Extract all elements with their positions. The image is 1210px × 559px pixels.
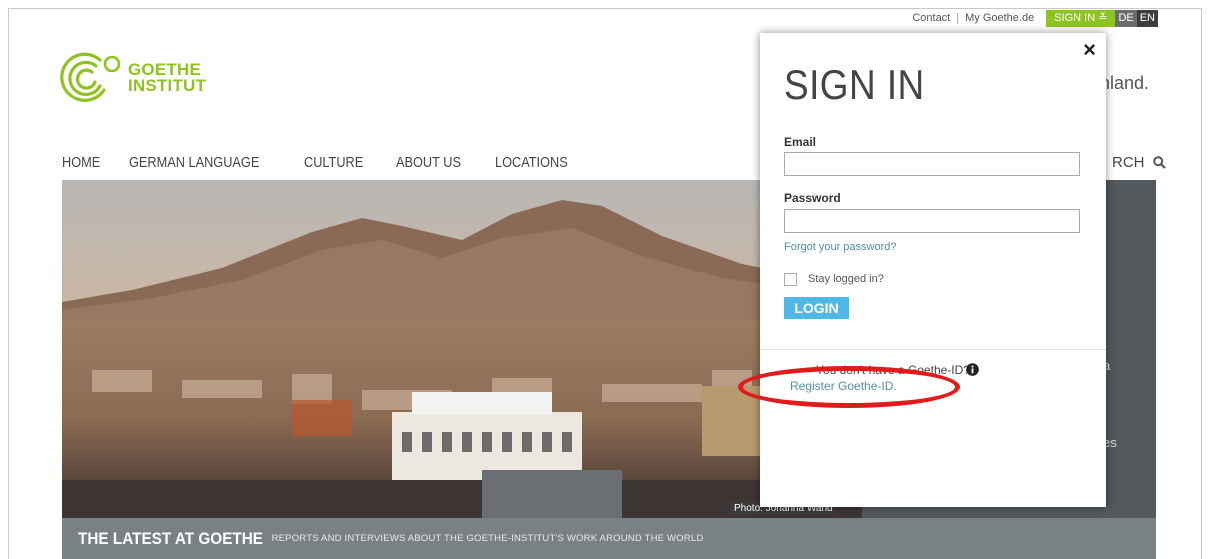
forgot-password-link[interactable]: Forgot your password? xyxy=(784,241,897,253)
utility-bar: Contact | My Goethe.de SIGN IN ≚ DE EN xyxy=(906,10,1158,27)
contact-link[interactable]: Contact xyxy=(906,10,956,27)
nav-item-home[interactable]: HOME xyxy=(62,154,100,171)
lang-de-button[interactable]: DE xyxy=(1115,10,1137,27)
email-field[interactable] xyxy=(784,152,1080,176)
logo-wordmark: GOETHE INSTITUT xyxy=(128,61,207,95)
main-nav: HOME GERMAN LANGUAGE CULTURE ABOUT US LO… xyxy=(62,154,612,171)
goethe-logo-icon xyxy=(60,52,121,102)
lang-en-button[interactable]: EN xyxy=(1136,10,1158,27)
modal-divider xyxy=(760,349,1106,350)
search-icon xyxy=(1152,156,1166,169)
nav-item-german-language[interactable]: GERMAN LANGUAGE xyxy=(129,154,259,171)
stay-logged-in-label: Stay logged in? xyxy=(808,273,884,285)
close-icon[interactable]: × xyxy=(1083,39,1096,61)
goethe-logo[interactable]: GOETHE INSTITUT xyxy=(60,52,206,104)
latest-bar: THE LATEST AT GOETHE REPORTS AND INTERVI… xyxy=(62,518,1156,559)
latest-title: THE LATEST AT GOETHE xyxy=(78,528,264,548)
my-goethe-link[interactable]: My Goethe.de xyxy=(959,10,1040,27)
latest-subtitle: REPORTS AND INTERVIEWS ABOUT THE GOETHE-… xyxy=(271,533,704,544)
stay-logged-in-checkbox[interactable] xyxy=(784,273,797,286)
password-field[interactable] xyxy=(784,209,1080,233)
login-button[interactable]: LOGIN xyxy=(784,297,849,319)
no-goethe-id-text: You don't have a Goethe-ID? xyxy=(816,363,970,377)
logo-line-2: INSTITUT xyxy=(128,76,207,95)
nav-item-locations[interactable]: LOCATIONS xyxy=(495,154,568,171)
nav-item-about-us[interactable]: ABOUT US xyxy=(396,154,461,171)
info-icon[interactable] xyxy=(966,363,979,376)
sign-in-toggle[interactable]: SIGN IN ≚ xyxy=(1046,10,1116,27)
search-label: RCH xyxy=(1112,154,1145,171)
register-goethe-id-link[interactable]: Register Goethe-ID. xyxy=(790,379,897,393)
password-label: Password xyxy=(784,191,841,205)
sign-in-modal: × SIGN IN Email Password Forgot your pas… xyxy=(760,33,1106,507)
email-label: Email xyxy=(784,135,817,149)
modal-title: SIGN IN xyxy=(784,61,925,108)
search-button[interactable]: RCH xyxy=(1112,154,1166,171)
nav-item-culture[interactable]: CULTURE xyxy=(304,154,363,171)
tagline-fragment: nland. xyxy=(1100,73,1150,93)
